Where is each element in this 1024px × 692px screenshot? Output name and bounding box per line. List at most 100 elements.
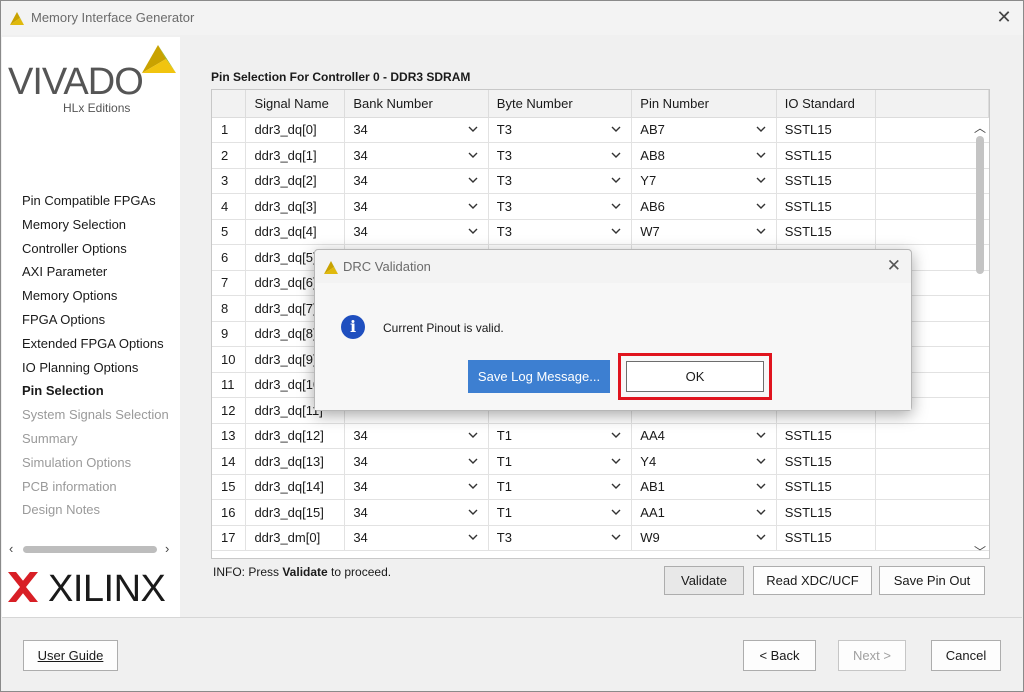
table-row[interactable]: 13 ddr3_dq[12] 34 T1 AA4 SSTL15 (212, 423, 989, 449)
chevron-down-icon[interactable] (468, 173, 478, 188)
pin-select[interactable]: Y7 (631, 168, 777, 194)
chevron-down-icon[interactable] (611, 122, 621, 137)
scroll-thumb[interactable] (23, 546, 157, 553)
sidebar-step[interactable]: Memory Options (22, 287, 169, 311)
byte-select[interactable]: T3 (488, 142, 633, 169)
chevron-down-icon[interactable] (756, 505, 766, 520)
table-scroll-thumb[interactable] (976, 136, 984, 274)
pin-select[interactable]: AB7 (631, 117, 777, 143)
table-row[interactable]: 4 ddr3_dq[3] 34 T3 AB6 SSTL15 (212, 193, 989, 220)
chevron-down-icon[interactable] (468, 199, 478, 214)
pin-select[interactable]: Y4 (631, 448, 777, 475)
chevron-down-icon[interactable] (611, 199, 621, 214)
bank-select[interactable]: 34 (344, 142, 489, 169)
cancel-button[interactable]: Cancel (931, 640, 1001, 671)
sidebar-step[interactable]: Extended FPGA Options (22, 335, 169, 359)
chevron-down-icon[interactable] (468, 428, 478, 443)
bank-select[interactable]: 34 (344, 474, 489, 500)
chevron-down-icon[interactable] (468, 479, 478, 494)
chevron-down-icon[interactable] (611, 505, 621, 520)
chevron-down-icon[interactable] (756, 454, 766, 469)
chevron-down-icon[interactable] (611, 454, 621, 469)
bank-select[interactable]: 34 (344, 448, 489, 475)
validate-button[interactable]: Validate (664, 566, 744, 595)
scroll-up-icon[interactable]: ︿ (974, 119, 986, 136)
read-xdc-ucf-button[interactable]: Read XDC/UCF (753, 566, 872, 595)
pin-select[interactable]: AB6 (631, 193, 777, 220)
bank-select[interactable]: 34 (344, 219, 489, 245)
chevron-down-icon[interactable] (611, 224, 621, 239)
scroll-left-icon[interactable]: ‹ (9, 541, 13, 556)
column-header[interactable]: Pin Number (631, 90, 777, 118)
sidebar-step[interactable]: Pin Selection (22, 382, 169, 406)
chevron-down-icon[interactable] (756, 148, 766, 163)
sidebar-step[interactable]: IO Planning Options (22, 359, 169, 383)
back-button[interactable]: < Back (743, 640, 816, 671)
dialog-close-icon[interactable]: ✕ (887, 256, 901, 276)
chevron-down-icon[interactable] (611, 173, 621, 188)
chevron-down-icon[interactable] (611, 148, 621, 163)
pin-select[interactable]: AA1 (631, 499, 777, 526)
pin-select[interactable]: W7 (631, 219, 777, 245)
chevron-down-icon[interactable] (468, 224, 478, 239)
chevron-down-icon[interactable] (756, 530, 766, 545)
next-button[interactable]: Next > (838, 640, 906, 671)
pin-select[interactable]: W9 (631, 525, 777, 551)
byte-select[interactable]: T3 (488, 219, 633, 245)
chevron-down-icon[interactable] (611, 530, 621, 545)
table-row[interactable]: 5 ddr3_dq[4] 34 T3 W7 SSTL15 (212, 219, 989, 245)
table-row[interactable]: 17 ddr3_dm[0] 34 T3 W9 SSTL15 (212, 525, 989, 551)
byte-select[interactable]: T1 (488, 448, 633, 475)
bank-select[interactable]: 34 (344, 423, 489, 449)
chevron-down-icon[interactable] (756, 224, 766, 239)
pin-select[interactable]: AB8 (631, 142, 777, 169)
chevron-down-icon[interactable] (468, 454, 478, 469)
byte-select[interactable]: T3 (488, 117, 633, 143)
column-header[interactable]: Bank Number (344, 90, 489, 118)
bank-select[interactable]: 34 (344, 193, 489, 220)
sidebar-step[interactable]: Pin Compatible FPGAs (22, 192, 169, 216)
byte-select[interactable]: T1 (488, 423, 633, 449)
pin-select[interactable]: AB1 (631, 474, 777, 500)
chevron-down-icon[interactable] (468, 505, 478, 520)
table-row[interactable]: 15 ddr3_dq[14] 34 T1 AB1 SSTL15 (212, 474, 989, 500)
sidebar-step[interactable]: Memory Selection (22, 216, 169, 240)
byte-select[interactable]: T1 (488, 474, 633, 500)
window-close-icon[interactable]: ✕ (995, 7, 1013, 27)
chevron-down-icon[interactable] (756, 199, 766, 214)
column-header[interactable]: IO Standard (776, 90, 876, 118)
chevron-down-icon[interactable] (756, 428, 766, 443)
save-pin-out-button[interactable]: Save Pin Out (879, 566, 985, 595)
table-row[interactable]: 2 ddr3_dq[1] 34 T3 AB8 SSTL15 (212, 142, 989, 169)
chevron-down-icon[interactable] (756, 173, 766, 188)
scroll-right-icon[interactable]: › (165, 541, 169, 556)
byte-select[interactable]: T1 (488, 499, 633, 526)
chevron-down-icon[interactable] (756, 122, 766, 137)
sidebar-step[interactable]: FPGA Options (22, 311, 169, 335)
table-row[interactable]: 3 ddr3_dq[2] 34 T3 Y7 SSTL15 (212, 168, 989, 194)
user-guide-button[interactable]: User Guide (23, 640, 118, 671)
chevron-down-icon[interactable] (611, 428, 621, 443)
sidebar-step[interactable]: AXI Parameter (22, 263, 169, 287)
save-log-message-button[interactable]: Save Log Message... (468, 360, 610, 393)
byte-select[interactable]: T3 (488, 168, 633, 194)
chevron-down-icon[interactable] (756, 479, 766, 494)
ok-button[interactable]: OK (626, 361, 764, 392)
column-header[interactable]: Signal Name (245, 90, 346, 118)
bank-select[interactable]: 34 (344, 525, 489, 551)
byte-select[interactable]: T3 (488, 525, 633, 551)
bank-select[interactable]: 34 (344, 499, 489, 526)
chevron-down-icon[interactable] (611, 479, 621, 494)
bank-select[interactable]: 34 (344, 168, 489, 194)
table-row[interactable]: 1 ddr3_dq[0] 34 T3 AB7 SSTL15 (212, 117, 989, 143)
table-vscrollbar[interactable]: ︿ ﹀ (972, 119, 990, 561)
bank-select[interactable]: 34 (344, 117, 489, 143)
column-header[interactable] (212, 90, 247, 118)
pin-select[interactable]: AA4 (631, 423, 777, 449)
chevron-down-icon[interactable] (468, 530, 478, 545)
sidebar-step[interactable]: Controller Options (22, 240, 169, 264)
sidebar-hscrollbar[interactable]: ‹ › (7, 541, 175, 556)
byte-select[interactable]: T3 (488, 193, 633, 220)
chevron-down-icon[interactable] (468, 122, 478, 137)
table-row[interactable]: 14 ddr3_dq[13] 34 T1 Y4 SSTL15 (212, 448, 989, 475)
